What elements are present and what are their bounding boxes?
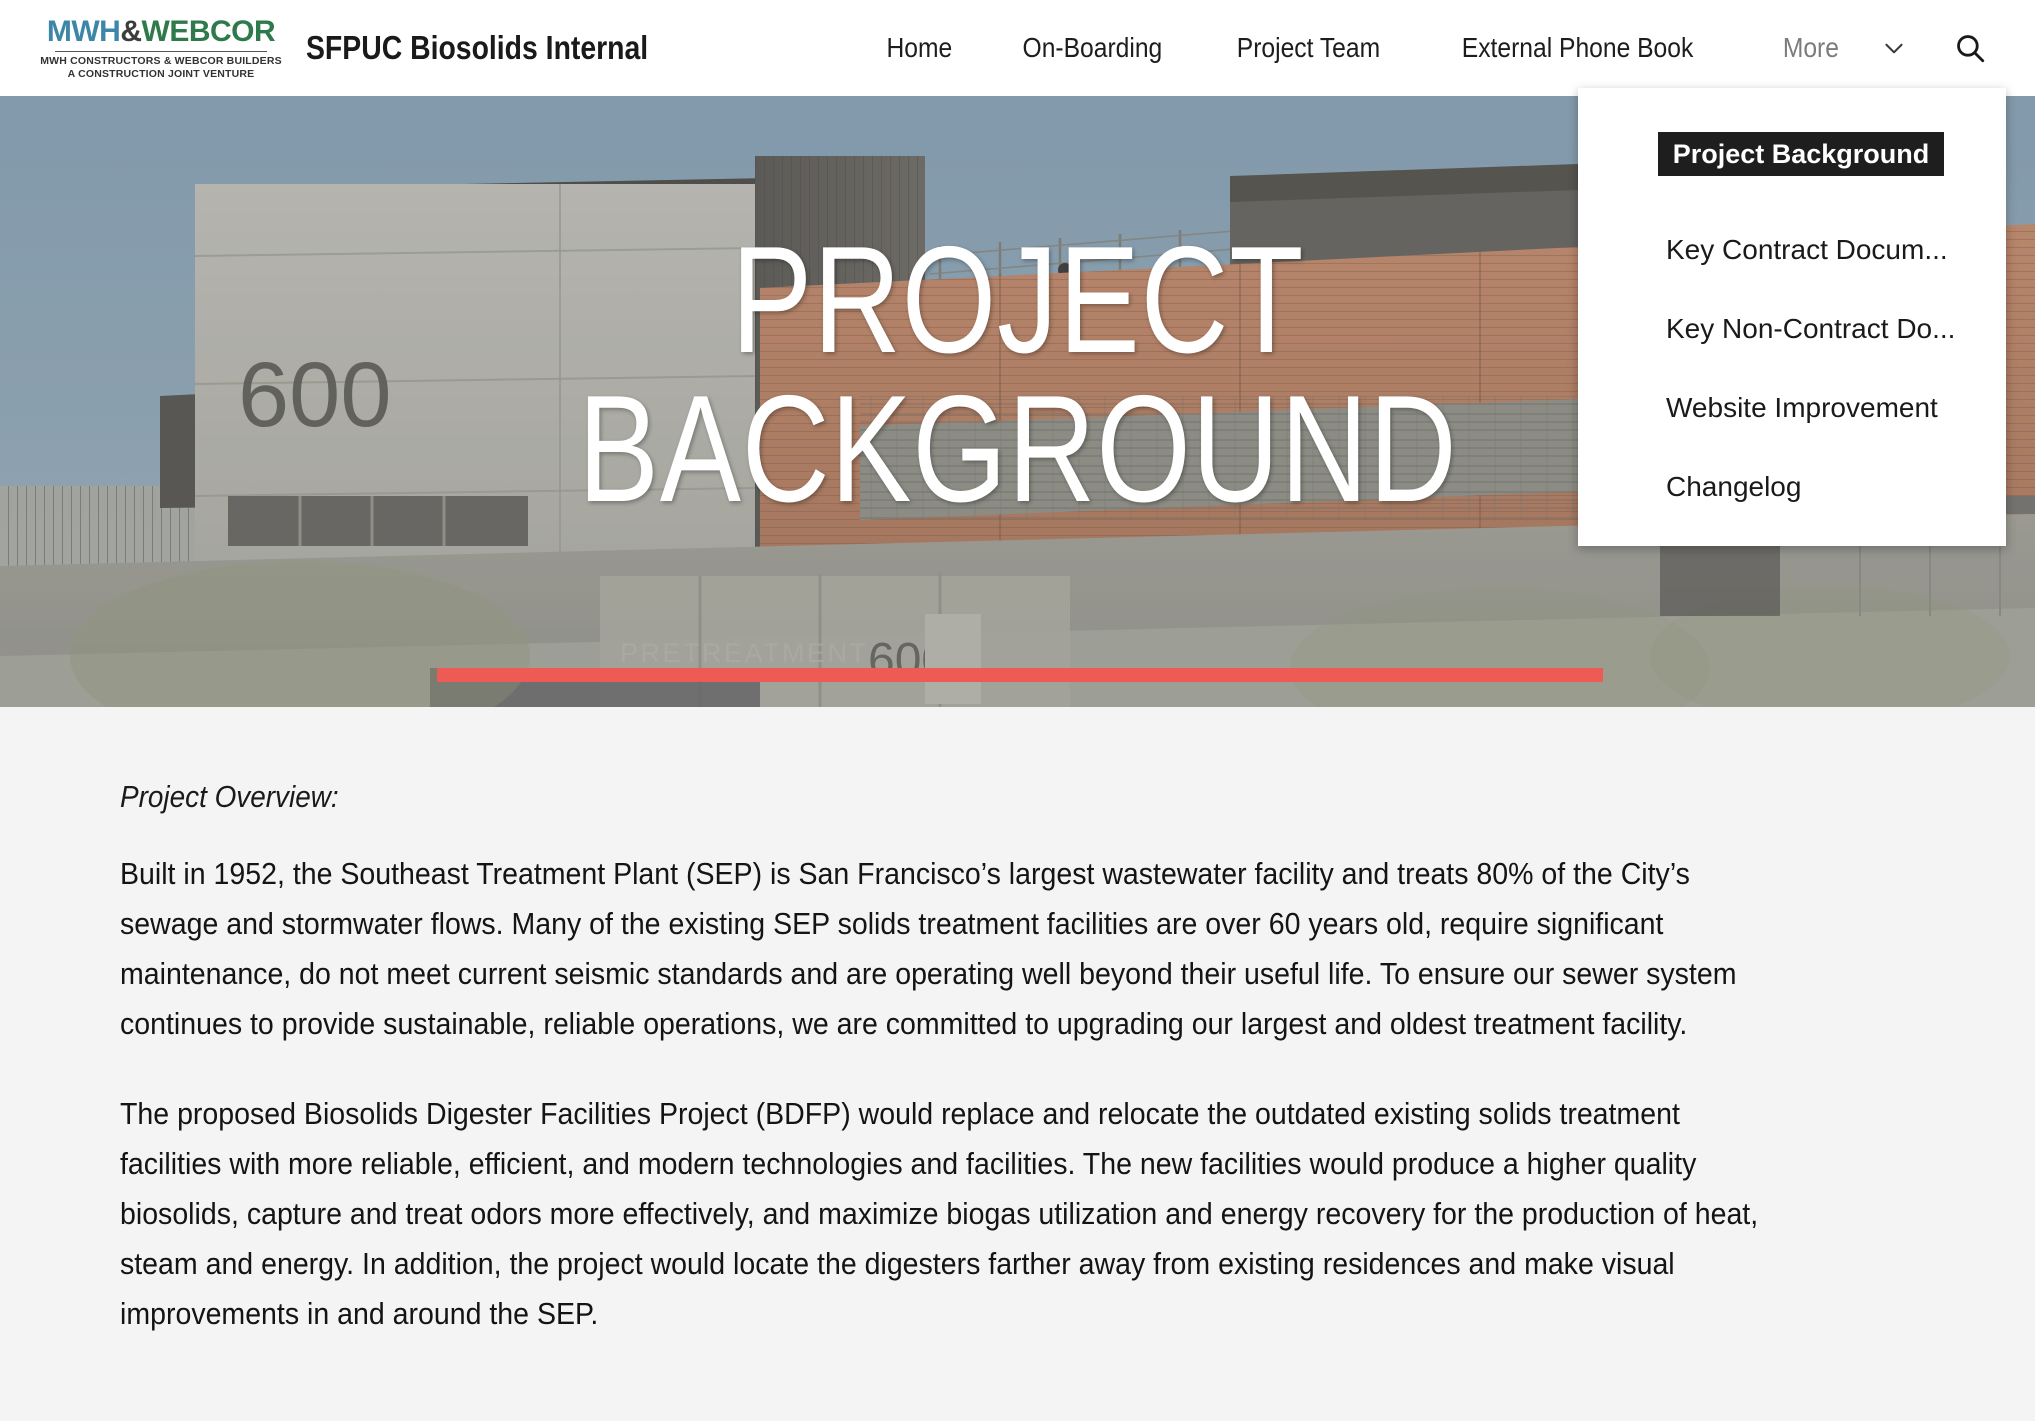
dropdown-item-label: Key Non-Contract Do... [1666,312,1956,344]
dropdown-item-project-background[interactable]: Project Background [1658,132,1944,176]
hero-title: PROJECT BACKGROUND [577,215,1458,534]
nav-item-project-team[interactable]: Project Team [1212,32,1405,64]
more-dropdown-menu: Project Background Key Contract Docum...… [1578,88,2006,546]
logo-subtitle-line1: MWH CONSTRUCTORS & WEBCOR BUILDERS [40,54,282,67]
overview-paragraph-1: Built in 1952, the Southeast Treatment P… [120,856,1737,1041]
site-title[interactable]: SFPUC Biosolids Internal [306,29,648,67]
logo-text-mwh: MWH [46,14,121,48]
nav-item-more-label: More [1783,32,1840,63]
hero-title-line-2: BACKGROUND [577,363,1458,534]
chevron-down-icon [1881,35,1907,61]
project-overview-label: Project Overview: [120,779,339,814]
page-content: Project Overview: Built in 1952, the Sou… [0,707,2035,1421]
nav-item-on-boarding[interactable]: On-Boarding [997,32,1186,64]
search-icon[interactable] [1951,29,1989,67]
logo-text-ampersand: & [120,14,142,48]
logo-text-webcor: WEBCOR [141,14,276,48]
dropdown-item-key-non-contract-documents[interactable]: Key Non-Contract Do... [1578,289,2006,368]
dropdown-item-website-improvement[interactable]: Website Improvement [1578,368,2006,447]
dropdown-item-changelog[interactable]: Changelog [1578,447,2006,526]
hero-title-line-1: PROJECT [730,215,1305,385]
dropdown-item-label: Project Background [1672,138,1930,169]
logo-divider [55,50,267,52]
dropdown-item-key-contract-documents[interactable]: Key Contract Docum... [1578,210,2006,289]
logo-subtitle-line2: A CONSTRUCTION JOINT VENTURE [67,68,255,80]
hero-accent-underline [437,668,1603,682]
brand-block: MWH&WEBCOR MWH CONSTRUCTORS & WEBCOR BUI… [0,14,704,80]
company-logo[interactable]: MWH&WEBCOR MWH CONSTRUCTORS & WEBCOR BUI… [40,14,281,80]
top-navigation-bar: MWH&WEBCOR MWH CONSTRUCTORS & WEBCOR BUI… [0,0,2035,546]
dropdown-item-label: Key Contract Docum... [1666,233,1948,265]
nav-item-home[interactable]: Home [862,32,977,64]
nav-item-more[interactable]: More [1737,32,1907,64]
logo-wordmark: MWH&WEBCOR [46,14,276,48]
nav-links: Home On-Boarding Project Team External P… [854,29,1989,67]
nav-item-external-phone-book[interactable]: External Phone Book [1437,32,1718,64]
dropdown-item-label: Website Improvement [1666,391,1938,423]
overview-paragraph-2: The proposed Biosolids Digester Faciliti… [120,1096,1759,1331]
dropdown-item-label: Changelog [1666,470,1802,502]
